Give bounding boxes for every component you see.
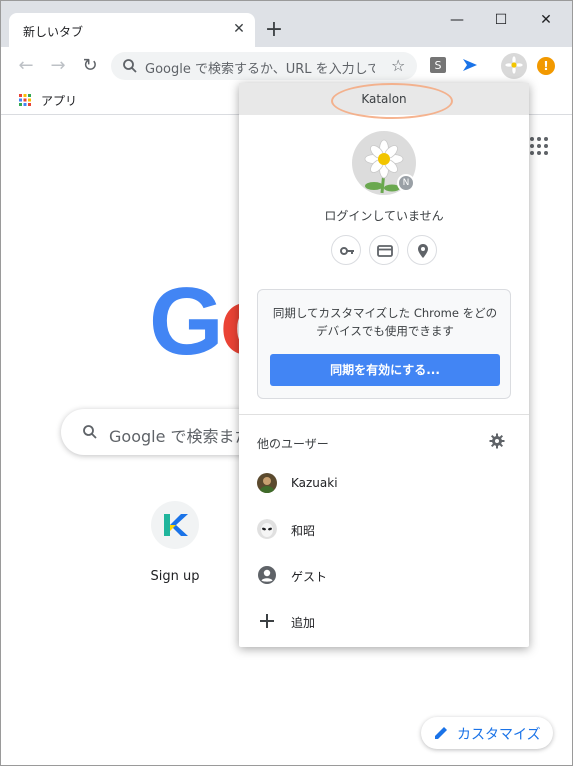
other-users-label: 他のユーザー [257,437,329,451]
katalon-k-icon [164,514,188,536]
search-icon [123,59,137,73]
login-status: ログインしていません [324,209,444,223]
payment-methods-button[interactable] [369,235,399,265]
alien-avatar-icon [257,519,277,539]
add-user-button[interactable]: 追加 [239,601,529,641]
maximize-button[interactable]: ☐ [483,7,519,33]
sync-description: 同期してカスタマイズした Chrome をどのデバイスでも使用できます [272,306,498,338]
user-label: 追加 [291,616,316,630]
apps-grid-icon[interactable] [19,94,31,106]
addresses-button[interactable] [407,235,437,265]
sync-promo-card: 同期してカスタマイズした Chrome をどのデバイスでも使用できます 同期を有… [257,289,511,399]
apps-bookmark-label[interactable]: アプリ [41,92,77,109]
bookmark-star-icon[interactable]: ☆ [391,56,405,75]
daisy-icon [504,55,524,75]
user-row-kazuaki-jp[interactable]: 和昭 [239,509,529,549]
gear-icon[interactable] [489,433,505,449]
sync-paused-badge-icon: N [397,174,415,192]
browser-window: 新しいタブ ✕ + — ☐ ✕ ← → ↻ Google で検索するか、URL … [0,0,573,766]
tab-new-tab[interactable]: 新しいタブ ✕ [9,13,255,47]
enable-sync-button[interactable]: 同期を有効にする... [270,354,500,386]
location-pin-icon [418,244,428,258]
user-label: Kazuaki [291,476,338,490]
customize-button[interactable]: カスタマイズ [421,717,553,749]
tab-strip: 新しいタブ ✕ + — ☐ ✕ [1,1,572,47]
annotation-highlight [331,83,453,119]
new-tab-button[interactable]: + [263,19,285,41]
profile-menu: Katalon N ログインしていません 同期してカスタマイズした Chrome… [239,83,529,647]
ntp-search-placeholder: Google で検索また [109,427,251,446]
divider [239,414,529,415]
user-label: 和昭 [291,524,316,538]
user-label: ゲスト [291,570,328,584]
svg-text:S: S [435,59,442,72]
guest-person-icon [257,565,277,585]
shortcut-tile [151,501,199,549]
plus-icon [257,611,277,631]
shortcut-label: Sign up [150,569,200,584]
profile-avatar-button[interactable] [501,53,527,79]
customize-label: カスタマイズ [457,727,541,743]
logo-letter-g: G [149,268,224,375]
tab-close-icon[interactable]: ✕ [231,21,247,37]
reload-button[interactable]: ↻ [79,55,101,77]
extension-arrow-icon[interactable] [461,56,479,74]
toolbar: ← → ↻ Google で検索するか、URL を入力して... ☆ S ! [1,47,572,85]
pencil-icon [435,727,447,739]
minimize-button[interactable]: — [439,7,475,33]
update-alert-icon[interactable]: ! [537,57,555,75]
passwords-button[interactable] [331,235,361,265]
forward-button[interactable]: → [47,55,69,77]
search-icon [83,425,97,439]
google-apps-icon[interactable] [529,136,549,156]
back-button[interactable]: ← [15,55,37,77]
user-row-kazuaki[interactable]: Kazuaki [239,463,529,503]
kazuaki-avatar-icon [257,473,277,493]
user-row-guest[interactable]: ゲスト [239,555,529,595]
omnibox-placeholder: Google で検索するか、URL を入力して... [145,62,375,77]
credit-card-icon [377,245,393,257]
key-icon [340,247,354,255]
omnibox[interactable]: Google で検索するか、URL を入力して... ☆ [111,52,417,80]
close-window-button[interactable]: ✕ [528,7,564,33]
tab-title: 新しいタブ [23,25,84,39]
extension-s-icon[interactable]: S [429,56,447,74]
